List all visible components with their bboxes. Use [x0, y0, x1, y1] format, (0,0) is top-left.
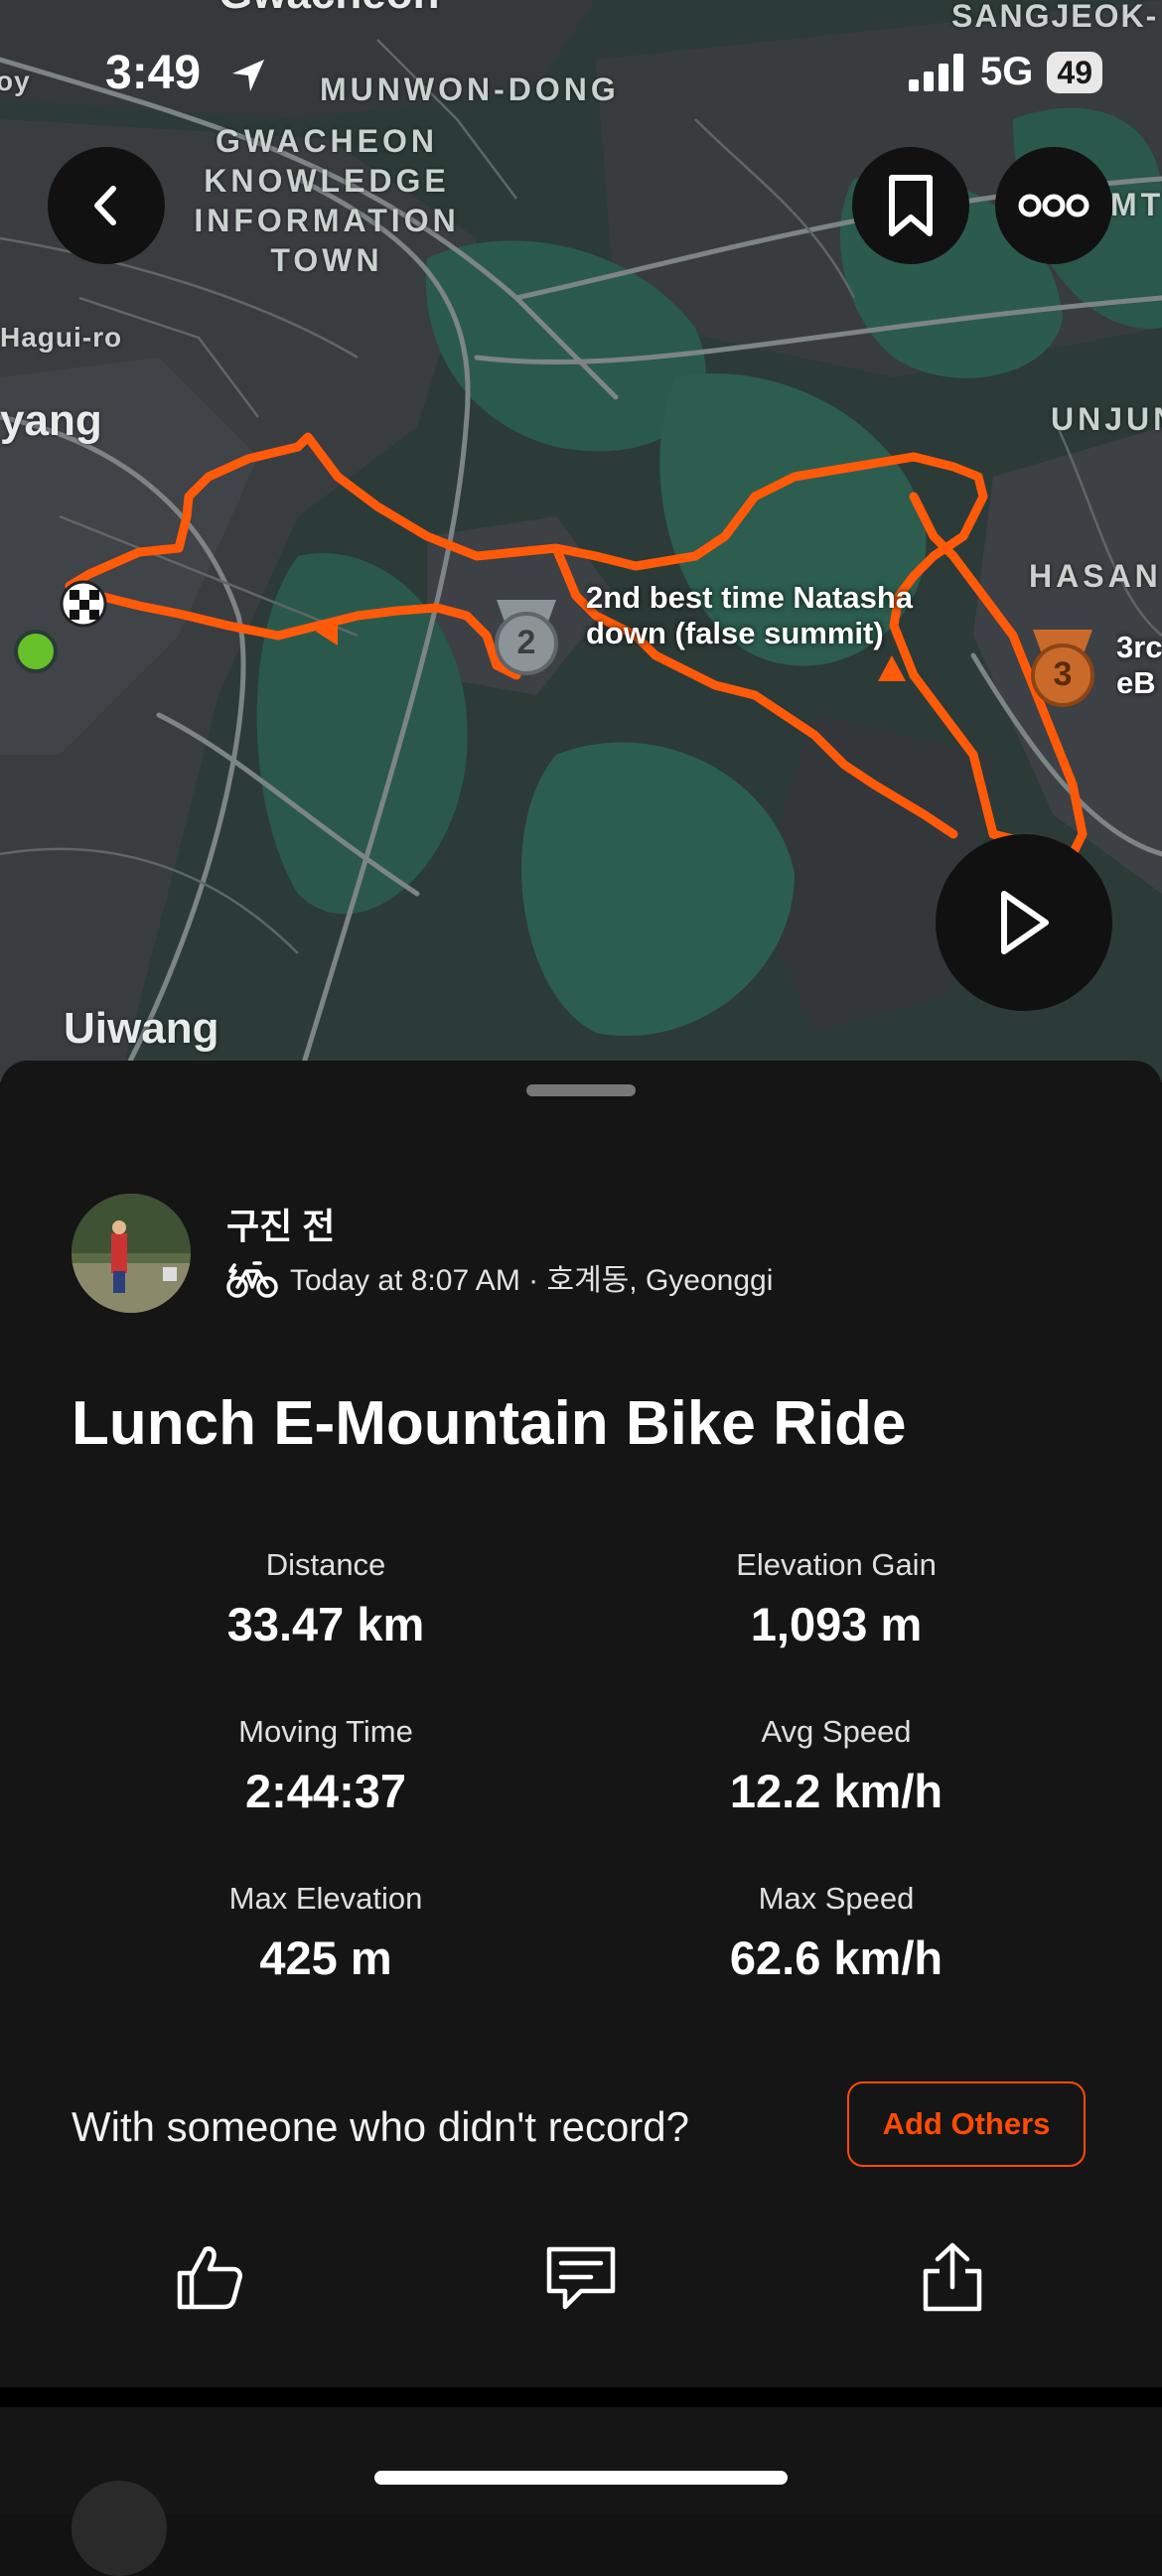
- segment-label[interactable]: 3rc eB: [1116, 630, 1162, 701]
- stat-value: 62.6 km/h: [729, 1932, 944, 1984]
- location-arrow-icon: [232, 60, 264, 91]
- map-label: MT: [1110, 187, 1162, 222]
- finish-flag-icon: [60, 580, 107, 628]
- comment-button[interactable]: [536, 2232, 626, 2322]
- status-time: 3:49: [105, 47, 202, 99]
- section-divider: [0, 2387, 1162, 2407]
- thumbs-up-icon: [177, 2246, 242, 2310]
- stat-value: 425 m: [259, 1932, 392, 1984]
- medal-rank: 2: [516, 624, 536, 661]
- activity-sheet: 구진 전 Today at 8:07 AM · 호계동, Gyeonggi Lu…: [0, 1061, 1162, 2387]
- stat-label: Max Speed: [758, 1881, 915, 1916]
- more-options-button[interactable]: [995, 147, 1112, 264]
- next-card: [0, 2407, 1162, 2576]
- stat-moving-time: Moving Time 2:44:37: [77, 1714, 574, 1818]
- map-label: HASAN: [1029, 558, 1162, 594]
- stat-value: 12.2 km/h: [729, 1765, 944, 1817]
- stat-max-elevation: Max Elevation 425 m: [77, 1881, 574, 1985]
- stat-label: Avg Speed: [761, 1714, 912, 1749]
- stat-value: 33.47 km: [226, 1598, 425, 1650]
- next-card-avatar: [72, 2481, 167, 2576]
- more-horizontal-icon: [1018, 194, 1089, 217]
- stat-max-speed: Max Speed 62.6 km/h: [588, 1881, 1085, 1985]
- athlete-name[interactable]: 구진 전: [226, 1198, 335, 1249]
- comment-icon: [546, 2246, 616, 2310]
- stat-value: 1,093 m: [750, 1598, 923, 1650]
- avatar-photo: [72, 1194, 191, 1313]
- activity-meta: Today at 8:07 AM · 호계동, Gyeonggi: [226, 1255, 773, 1299]
- map-label: Uiwang: [64, 1004, 219, 1053]
- activity-date-location: Today at 8:07 AM · 호계동, Gyeonggi: [290, 1264, 774, 1297]
- home-indicator[interactable]: [374, 2471, 788, 2485]
- stat-elevation-gain: Elevation Gain 1,093 m: [588, 1547, 1085, 1651]
- map-label: yang: [0, 396, 102, 445]
- kudos-button[interactable]: [165, 2232, 254, 2322]
- stat-label: Distance: [265, 1547, 386, 1582]
- stat-label: Moving Time: [238, 1714, 413, 1749]
- e-bike-icon: [226, 1261, 278, 1298]
- map-label: UNJUN: [1051, 401, 1162, 437]
- play-icon: [1001, 891, 1049, 954]
- with-others-prompt: With someone who didn't record?: [72, 2103, 690, 2150]
- status-bar: 3:49 5G 49: [0, 0, 1162, 149]
- signal-icon: [909, 53, 964, 91]
- stat-value: 2:44:37: [245, 1765, 406, 1817]
- bookmark-button[interactable]: [852, 147, 969, 264]
- start-marker-icon: [14, 630, 58, 673]
- back-button[interactable]: [48, 147, 165, 264]
- route-map[interactable]: 2 3 Gwacheon SANGJEOK- oy MUNWON-DONG GW…: [0, 0, 1162, 1082]
- stat-distance: Distance 33.47 km: [77, 1547, 574, 1651]
- battery-level: 49: [1047, 51, 1102, 93]
- stat-label: Elevation Gain: [736, 1547, 937, 1582]
- medal-rank: 3: [1053, 655, 1073, 693]
- activity-title: Lunch E-Mountain Bike Ride: [72, 1389, 907, 1458]
- bookmark-icon: [889, 175, 933, 236]
- map-label: Hagui-ro: [0, 322, 123, 353]
- chevron-left-icon: [94, 186, 116, 225]
- add-others-button[interactable]: Add Others: [847, 2081, 1086, 2167]
- share-button[interactable]: [908, 2232, 997, 2322]
- sheet-grabber[interactable]: [526, 1084, 636, 1096]
- stat-avg-speed: Avg Speed 12.2 km/h: [588, 1714, 1085, 1818]
- share-icon: [923, 2242, 982, 2312]
- segment-label[interactable]: 2nd best time Natasha down (false summit…: [586, 580, 944, 651]
- stat-label: Max Elevation: [228, 1881, 423, 1916]
- play-flyover-button[interactable]: [936, 834, 1112, 1011]
- network-type: 5G: [980, 50, 1034, 93]
- avatar[interactable]: [72, 1194, 191, 1313]
